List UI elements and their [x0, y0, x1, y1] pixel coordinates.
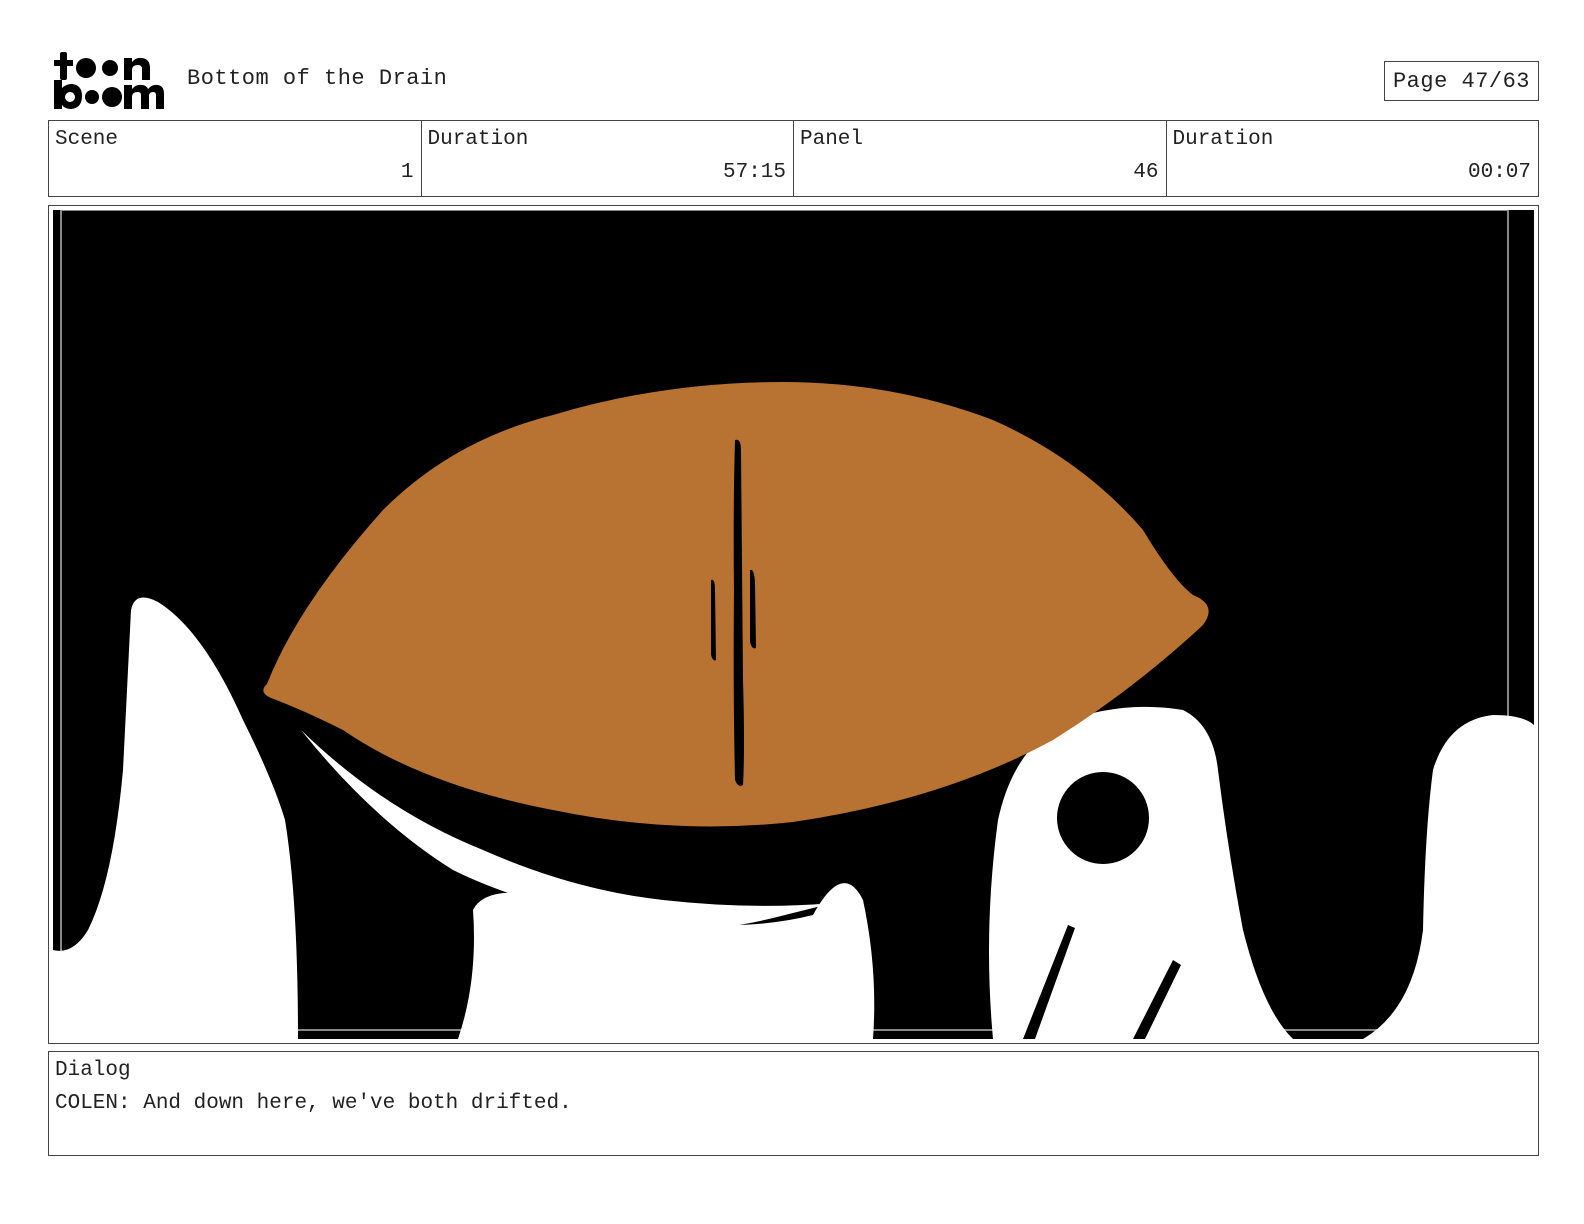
dialog-text: COLEN: And down here, we've both drifted… [55, 1092, 572, 1115]
head-eye [1057, 772, 1149, 864]
panel-duration-cell: Duration 00:07 [1167, 121, 1539, 196]
scene-value: 1 [400, 161, 414, 184]
scene-duration-value: 57:15 [722, 161, 786, 184]
scene-label: Scene [55, 128, 119, 151]
scene-duration-cell: Duration 57:15 [422, 121, 794, 196]
toon-boom-logo-icon [52, 50, 164, 112]
panel-duration-value: 00:07 [1467, 161, 1531, 184]
panel-value: 46 [1133, 161, 1159, 184]
scene-cell: Scene 1 [49, 121, 422, 196]
page-number: Page 47/63 [1384, 61, 1539, 101]
panel-label: Panel [800, 128, 864, 151]
dialog-label: Dialog [55, 1059, 131, 1082]
dialog-box: Dialog COLEN: And down here, we've both … [48, 1051, 1539, 1156]
project-title: Bottom of the Drain [187, 66, 448, 91]
scene-duration-label: Duration [427, 128, 529, 151]
panel-cell: Panel 46 [794, 121, 1167, 196]
storyboard-panel [48, 205, 1539, 1044]
info-table: Scene 1 Duration 57:15 Panel 46 Duration… [48, 120, 1539, 197]
panel-duration-label: Duration [1172, 128, 1274, 151]
turtle-silhouette-illustration [53, 210, 1534, 1039]
